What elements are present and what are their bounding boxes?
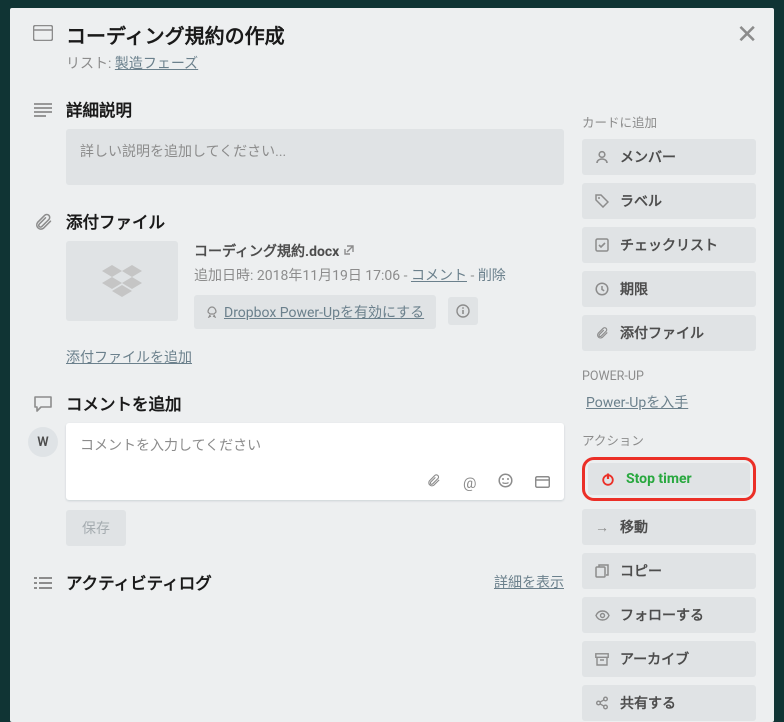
attachment-time: 追加日時: 2018年11月19日 17:06 - コメント - 削除 [194, 265, 564, 285]
card-modal: ✕ コーディング規約の作成 リスト: 製造フェーズ 詳細説明 詳しい説明を追加し… [10, 8, 774, 722]
show-details-link[interactable]: 詳細を表示 [494, 572, 564, 592]
attachment-name[interactable]: コーディング規約.docx [194, 244, 339, 260]
description-icon [32, 99, 54, 121]
activity-icon [32, 572, 54, 594]
eye-icon [594, 610, 610, 621]
main-column: コーディング規約の作成 リスト: 製造フェーズ 詳細説明 詳しい説明を追加してく… [28, 20, 564, 702]
mention-icon[interactable]: @ [463, 474, 476, 492]
tag-icon [594, 194, 610, 208]
actions-group: アクション Stop timer →移動 コピー フォローする アーカイブ 共有… [582, 430, 756, 721]
members-button[interactable]: メンバー [582, 139, 756, 175]
description-section: 詳細説明 詳しい説明を追加してください... [28, 97, 564, 185]
arrow-right-icon: → [594, 519, 610, 536]
description-heading: 詳細説明 [66, 97, 564, 121]
title-section: コーディング規約の作成 リスト: 製造フェーズ [28, 20, 564, 73]
copy-icon [594, 564, 610, 578]
archive-button[interactable]: アーカイブ [582, 641, 756, 677]
attachment-delete-link[interactable]: 削除 [478, 268, 506, 284]
avatar[interactable]: W [28, 427, 58, 457]
powerup-heading: POWER-UP [582, 369, 756, 384]
person-icon [594, 150, 610, 164]
sidebar: カードに追加 メンバー ラベル チェックリスト 期限 添付ファイル POWER-… [582, 20, 756, 702]
external-link-icon [343, 244, 355, 260]
list-line: リスト: 製造フェーズ [66, 53, 564, 73]
stop-timer-button[interactable]: Stop timer [588, 463, 750, 495]
move-button[interactable]: →移動 [582, 509, 756, 545]
comment-input[interactable]: コメントを入力してください [80, 435, 550, 473]
labels-button[interactable]: ラベル [582, 183, 756, 219]
share-button[interactable]: 共有する [582, 685, 756, 721]
attachment-comment-link[interactable]: コメント [411, 268, 467, 284]
stop-timer-highlight: Stop timer [582, 457, 756, 501]
description-input[interactable]: 詳しい説明を追加してください... [66, 129, 564, 185]
close-icon[interactable]: ✕ [736, 22, 758, 48]
comment-tools: @ [80, 473, 550, 492]
info-icon [456, 304, 470, 318]
card-title[interactable]: コーディング規約の作成 [66, 20, 564, 49]
attachment-icon [32, 211, 54, 233]
attachments-section: 添付ファイル コーディング規約.docx 追加日時: 2018年 [28, 209, 564, 367]
attach-file-icon[interactable] [426, 474, 441, 492]
attachment-item: コーディング規約.docx 追加日時: 2018年11月19日 17:06 - … [66, 241, 564, 329]
add-to-card-heading: カードに追加 [582, 112, 756, 131]
checklist-icon [594, 238, 610, 252]
attachment-button[interactable]: 添付ファイル [582, 315, 756, 351]
comment-heading: コメントを追加 [66, 391, 564, 415]
paperclip-icon [594, 326, 610, 340]
dropbox-icon [102, 263, 142, 299]
list-link[interactable]: 製造フェーズ [115, 56, 198, 72]
enable-dropbox-button[interactable]: Dropbox Power-Upを有効にする [194, 295, 436, 329]
attachment-info-button[interactable] [448, 297, 478, 325]
actions-heading: アクション [582, 430, 756, 449]
add-attachment-link[interactable]: 添付ファイルを追加 [66, 350, 192, 366]
card-icon [32, 22, 54, 44]
activity-section: アクティビティログ 詳細を表示 [28, 570, 564, 594]
activity-heading: アクティビティログ [66, 570, 212, 594]
card-embed-icon[interactable] [535, 474, 550, 492]
add-to-card-group: カードに追加 メンバー ラベル チェックリスト 期限 添付ファイル [582, 112, 756, 351]
comment-box: コメントを入力してください @ [66, 423, 564, 500]
comment-section: コメントを追加 W コメントを入力してください @ 保存 [28, 391, 564, 546]
archive-icon [594, 653, 610, 666]
rocket-icon [206, 306, 218, 318]
attachment-thumbnail[interactable] [66, 241, 178, 321]
attachments-heading: 添付ファイル [66, 209, 564, 233]
share-icon [594, 696, 610, 710]
get-powerup-link[interactable]: Power-Upを入手 [582, 395, 688, 411]
copy-button[interactable]: コピー [582, 553, 756, 589]
power-icon [600, 472, 616, 486]
due-date-button[interactable]: 期限 [582, 271, 756, 307]
comment-icon [32, 393, 54, 415]
attachment-meta: コーディング規約.docx 追加日時: 2018年11月19日 17:06 - … [194, 241, 564, 329]
checklist-button[interactable]: チェックリスト [582, 227, 756, 263]
follow-button[interactable]: フォローする [582, 597, 756, 633]
emoji-icon[interactable] [498, 474, 513, 492]
save-comment-button[interactable]: 保存 [66, 510, 126, 546]
clock-icon [594, 282, 610, 296]
powerup-group: POWER-UP Power-Upを入手 [582, 369, 756, 412]
